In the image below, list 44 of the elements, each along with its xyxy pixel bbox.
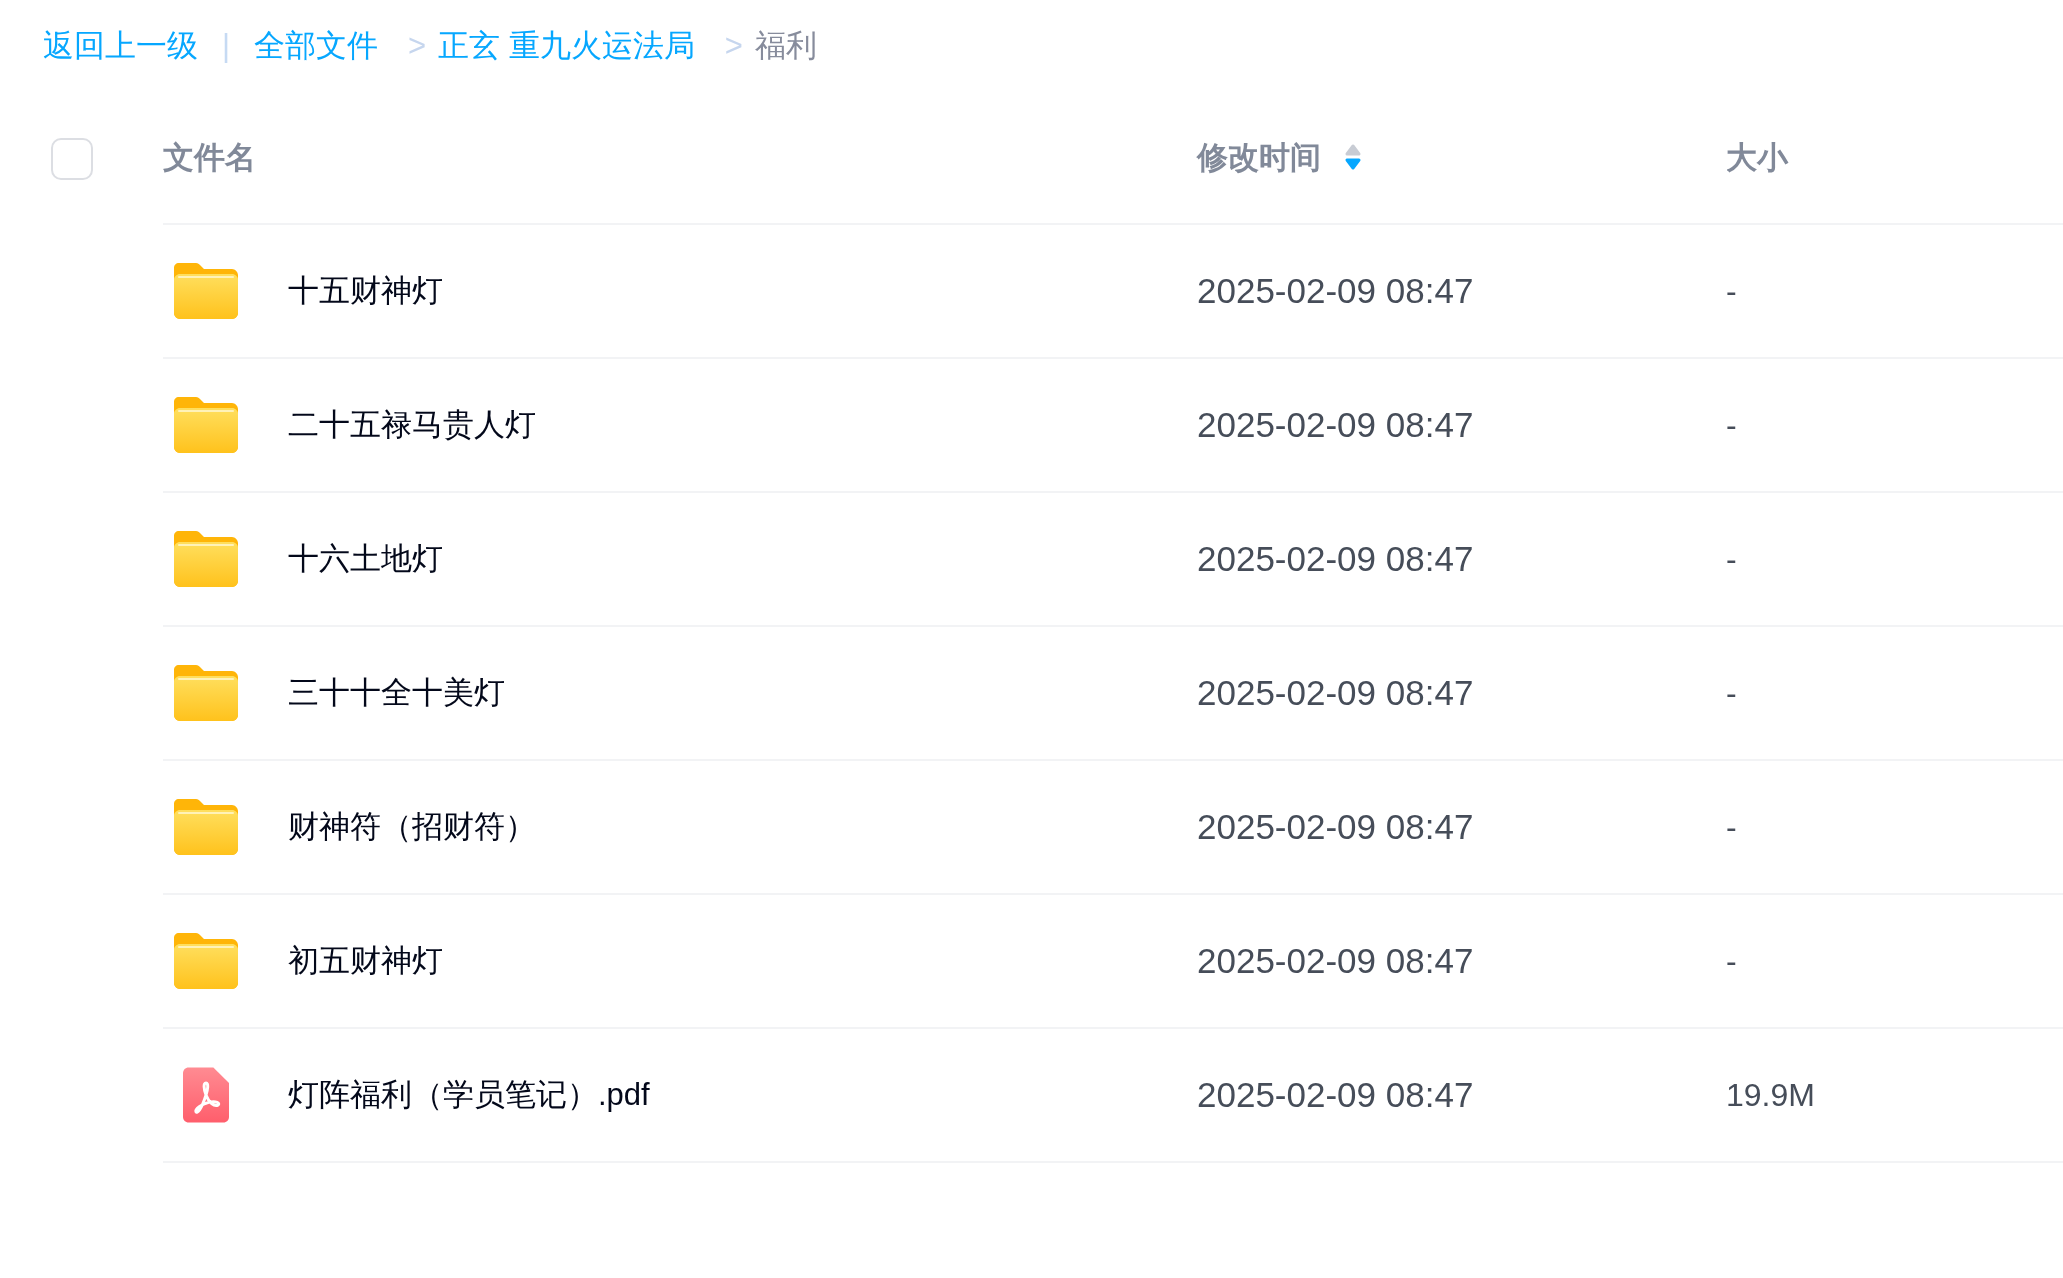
folder-icon	[174, 665, 238, 721]
file-row[interactable]: 初五财神灯 2025-02-09 08:47 -	[163, 895, 2063, 1029]
folder-icon	[174, 397, 238, 453]
file-name[interactable]: 灯阵福利（学员笔记）.pdf	[288, 1074, 650, 1116]
column-header[interactable]: 大小	[1726, 136, 1788, 179]
file-size: -	[1726, 674, 1737, 712]
file-size: -	[1726, 540, 1737, 578]
file-size: -	[1726, 808, 1737, 846]
file-name[interactable]: 财神符（招财符）	[288, 806, 536, 848]
folder-icon	[174, 933, 238, 989]
breadcrumb-current: 福利	[754, 27, 817, 65]
column-header[interactable]: 修改时间	[1197, 136, 1321, 179]
sort-icon[interactable]	[1343, 143, 1363, 172]
file-size: -	[1726, 406, 1737, 444]
file-name[interactable]: 三十十全十美灯	[288, 672, 505, 714]
file-row[interactable]: 财神符（招财符） 2025-02-09 08:47 -	[163, 761, 2063, 895]
file-row[interactable]: 二十五禄马贵人灯 2025-02-09 08:47 -	[163, 359, 2063, 493]
modified-time: 2025-02-09 08:47	[1197, 807, 1474, 847]
breadcrumb-divider: |	[222, 28, 231, 64]
modified-time: 2025-02-09 08:47	[1197, 673, 1474, 713]
breadcrumb-separator: >	[724, 28, 743, 64]
file-name[interactable]: 十六土地灯	[288, 538, 443, 580]
modified-time: 2025-02-09 08:47	[1197, 271, 1474, 311]
folder-icon	[174, 263, 238, 319]
file-size: -	[1726, 272, 1737, 310]
file-name[interactable]: 二十五禄马贵人灯	[288, 404, 536, 446]
file-name[interactable]: 初五财神灯	[288, 940, 443, 982]
file-row[interactable]: 三十十全十美灯 2025-02-09 08:47 -	[163, 627, 2063, 761]
folder-icon	[174, 799, 238, 855]
file-size: 19.9M	[1726, 1076, 1815, 1114]
pdf-file-icon	[183, 1067, 229, 1123]
select-all-checkbox[interactable]	[51, 137, 93, 180]
modified-time: 2025-02-09 08:47	[1197, 539, 1474, 579]
modified-time: 2025-02-09 08:47	[1197, 941, 1474, 981]
modified-time: 2025-02-09 08:47	[1197, 1075, 1474, 1115]
file-row[interactable]: 十六土地灯 2025-02-09 08:47 -	[163, 493, 2063, 627]
file-size: -	[1726, 942, 1737, 980]
file-name[interactable]: 十五财神灯	[288, 270, 443, 312]
folder-icon	[174, 531, 238, 587]
modified-time: 2025-02-09 08:47	[1197, 405, 1474, 445]
breadcrumb-separator: >	[408, 28, 427, 64]
column-header[interactable]: 文件名	[163, 136, 256, 179]
file-row[interactable]: 十五财神灯 2025-02-09 08:47 -	[163, 225, 2063, 359]
file-row[interactable]: 灯阵福利（学员笔记）.pdf 2025-02-09 08:47 19.9M	[163, 1029, 2063, 1163]
